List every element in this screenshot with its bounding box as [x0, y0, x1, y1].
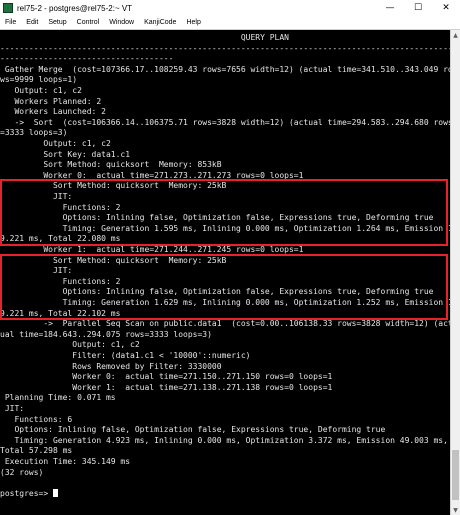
output-line: Rows Removed by Filter: 3330000 [0, 361, 222, 371]
menu-kanjicode[interactable]: KanjiCode [139, 19, 181, 26]
output-line: Sort Key: data1.c1 [0, 149, 131, 159]
scroll-down-icon[interactable]: ▼ [451, 505, 460, 515]
output-line: Gather Merge (cost=107366.17..108259.43 … [0, 64, 450, 74]
output-line: Output: c1, c2 [0, 86, 82, 95]
menu-window[interactable]: Window [104, 19, 139, 26]
output-line: Options: Inlining false, Optimization fa… [0, 213, 434, 223]
window-controls: — ☐ ✕ [376, 0, 460, 16]
output-line: ual time=184.643..294.075 rows=3333 loop… [0, 329, 212, 339]
scroll-up-icon[interactable]: ▲ [451, 30, 460, 40]
minimize-button[interactable]: — [376, 0, 404, 16]
output-line: Options: Inlining false, Optimization fa… [0, 287, 434, 297]
scrollbar-thumb[interactable] [452, 450, 459, 500]
output-line: QUERY PLAN [0, 33, 289, 42]
output-line: Functions: 2 [0, 202, 121, 212]
maximize-button[interactable]: ☐ [404, 0, 432, 16]
output-line: Worker 1: actual time=271.244..271.245 r… [0, 245, 304, 254]
output-line: JIT: [0, 192, 73, 201]
output-line: Worker 0: actual time=271.273..271.273 r… [0, 170, 304, 180]
output-line: JIT: [0, 266, 73, 276]
output-line: Timing: Generation 1.629 ms, Inlining 0.… [0, 298, 450, 307]
output-line: ----------------------------------------… [0, 43, 450, 53]
output-line: -> Sort (cost=106366.14..106375.71 rows=… [0, 117, 450, 127]
output-line: =3333 loops=3) [0, 128, 68, 138]
app-icon [3, 3, 13, 13]
menu-bar: File Edit Setup Control Window KanjiCode… [0, 16, 460, 30]
menu-edit[interactable]: Edit [21, 19, 43, 26]
output-line: 9.221 ms, Total 22.102 ms [0, 308, 121, 318]
output-line: Filter: (data1.c1 < '10000'::numeric) [0, 351, 251, 360]
output-line: Sort Method: quicksort Memory: 25kB [0, 181, 227, 191]
terminal-window: rel75-2 - postgres@rel75-2:~ VT — ☐ ✕ Fi… [0, 0, 460, 515]
output-line: Workers Planned: 2 [0, 96, 102, 106]
output-line: Total 57.298 ms [0, 446, 73, 456]
menu-control[interactable]: Control [72, 19, 105, 26]
output-line: Functions: 2 [0, 276, 121, 286]
vertical-scrollbar[interactable]: ▲ ▼ [450, 30, 460, 515]
output-line: Sort Method: quicksort Memory: 25kB [0, 255, 227, 265]
window-title: rel75-2 - postgres@rel75-2:~ VT [17, 3, 133, 13]
prompt-line: postgres=> [0, 488, 58, 499]
output-line: 9.221 ms, Total 22.080 ms [0, 234, 121, 244]
menu-file[interactable]: File [0, 19, 21, 26]
output-line: -> Parallel Seq Scan on public.data1 (co… [0, 319, 450, 329]
title-bar[interactable]: rel75-2 - postgres@rel75-2:~ VT — ☐ ✕ [0, 0, 460, 16]
output-line: Timing: Generation 4.923 ms, Inlining 0.… [0, 435, 448, 445]
output-line: Workers Launched: 2 [0, 107, 106, 117]
terminal-output[interactable]: QUERY PLAN ------------------------------… [0, 30, 450, 515]
output-line: JIT: [0, 404, 25, 413]
output-line: ------------------------------------ [0, 54, 174, 64]
menu-setup[interactable]: Setup [43, 19, 71, 26]
cursor [52, 488, 58, 497]
output-line: Worker 0: actual time=271.150..271.150 r… [0, 372, 333, 382]
output-line: Output: c1, c2 [0, 340, 140, 350]
output-line: Timing: Generation 1.595 ms, Inlining 0.… [0, 223, 450, 233]
output-line: Planning Time: 0.071 ms [0, 393, 116, 403]
output-line: Worker 1: actual time=271.138..271.138 r… [0, 382, 333, 392]
output-line: Output: c1, c2 [0, 139, 111, 148]
output-line: (32 rows) [0, 467, 44, 477]
output-line: ws=9999 loops=1) [0, 75, 78, 85]
output-line: Options: Inlining false, Optimization fa… [0, 425, 386, 435]
output-line: Execution Time: 345.149 ms [0, 457, 131, 466]
menu-help[interactable]: Help [181, 19, 205, 26]
close-button[interactable]: ✕ [432, 0, 460, 16]
output-line: Sort Method: quicksort Memory: 853kB [0, 160, 222, 170]
output-line: Functions: 6 [0, 414, 73, 424]
